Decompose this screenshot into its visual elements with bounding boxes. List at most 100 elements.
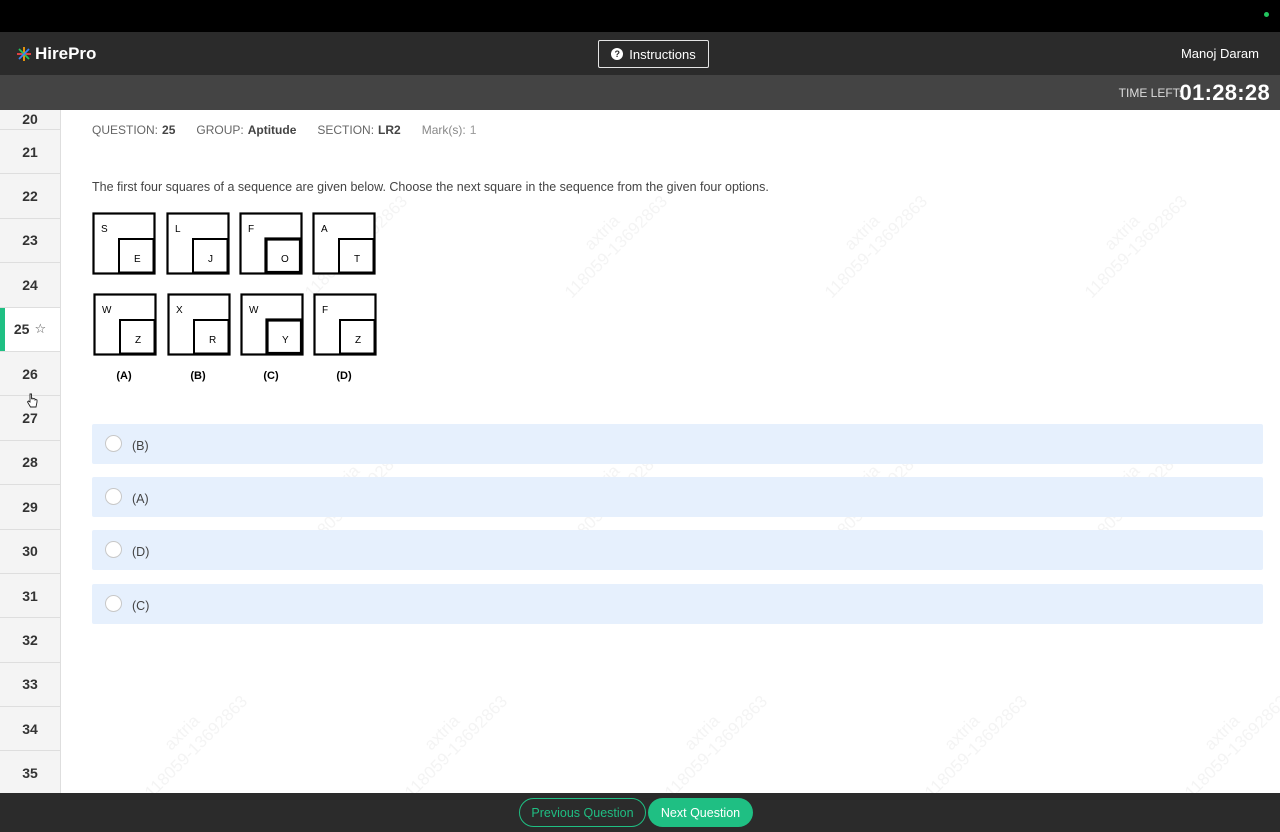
bookmark-star-icon[interactable]: ☆ [34,321,46,337]
question-meta: QUESTION: 25 GROUP: Aptitude SECTION: LR2 M… [92,123,476,137]
question-nav-item[interactable]: 24 [0,263,60,308]
outer-letter: L [175,224,181,235]
watermark-text: axtria118059-13692863 [127,678,252,793]
recording-indicator-icon [1264,12,1269,17]
brand-name: HirePro [35,44,97,63]
watermark-text: axtria118059-13692863 [807,178,932,303]
watermark-text: axtria118059-13692863 [647,678,772,793]
question-text: The first four squares of a sequence are… [92,180,769,194]
next-question-button[interactable]: Next Question [648,798,753,827]
footer-bar: Previous Question Next Question [0,793,1280,832]
question-nav-item[interactable]: 28 [0,441,60,486]
question-nav-item[interactable]: 35 [0,751,60,793]
option-radio[interactable] [105,488,122,505]
question-nav-number: 30 [22,543,38,560]
question-nav-number: 28 [22,454,38,471]
question-nav-number: 32 [22,631,38,648]
watermark-line: axtria [1200,711,1244,754]
question-nav-number: 34 [22,720,38,737]
option-radio[interactable] [105,595,122,612]
inner-letter: O [281,254,289,265]
outer-letter: W [102,305,112,316]
watermark-line: 118059-13692863 [141,691,252,793]
question-nav-item[interactable]: 22 [0,174,60,219]
watermark-line: 118059-13692863 [821,191,932,302]
question-nav-item[interactable]: 20 [0,110,60,130]
outer-letter: A [321,224,328,235]
time-left-label: TIME LEFT: [1118,86,1182,100]
group-label: GROUP: [196,123,244,137]
hirepro-logo: HirePro [16,44,96,64]
option-radio[interactable] [105,435,122,452]
question-nav-item[interactable]: 31 [0,574,60,619]
timer-bar: TIME LEFT: 01:28:28 [0,75,1280,110]
choice-caption: (B) [190,370,206,382]
answer-option[interactable]: (C) [92,584,1263,624]
window-top-bar [0,0,1280,32]
inner-letter: Z [355,335,361,346]
hirepro-logo-icon [17,47,31,61]
question-nav-item[interactable]: 23 [0,219,60,264]
inner-letter: R [209,335,216,346]
question-nav-item[interactable]: 25 ☆ [0,307,60,352]
question-nav-item[interactable]: 21 [0,130,60,175]
question-nav-number: 26 [22,365,38,382]
inner-letter: J [208,254,213,265]
section-label: SECTION: [317,123,375,137]
watermark-text: axtria118059-13692863 [387,678,512,793]
question-nav-item[interactable]: 34 [0,707,60,752]
watermark-line: axtria [580,211,624,254]
question-number: QUESTION: 25 [92,123,175,137]
option-label: (B) [132,439,149,453]
watermark-line: 118059-13692863 [661,691,772,793]
watermark-line: 118059-13692863 [561,191,672,302]
watermark-text: axtria118059-13692863 [547,178,672,303]
question-nav-item[interactable]: 30 [0,530,60,574]
watermark-line: axtria [840,211,884,254]
instructions-button[interactable]: ? Instructions [598,40,709,68]
watermark-line: axtria [1100,211,1144,254]
choice-caption: (D) [336,370,352,382]
sequence-square: SE [92,212,156,275]
outer-letter: W [249,305,259,316]
question-nav-number: 20 [22,111,38,127]
question-nav-number: 22 [22,188,38,205]
answer-option[interactable]: (B) [92,424,1263,464]
question-navigator: 20 21 22 23 24 25 ☆ 26 27 28 29 30 31 32 33 34 35 [0,110,61,793]
option-label: (C) [132,599,150,613]
previous-question-button[interactable]: Previous Question [519,798,646,827]
question-panel: axtria 118059-13692863 axtria 118059-136928… [61,110,1280,793]
watermark-line: axtria [680,711,724,754]
marks-value: 1 [469,123,477,137]
question-section: SECTION: LR2 [317,123,400,137]
group-value: Aptitude [247,123,297,137]
watermark-line: 118059-13692863 [1181,691,1280,793]
time-left-value: 01:28:28 [1179,80,1270,105]
question-marks: Mark(s): 1 [422,123,477,137]
answer-option[interactable]: (D) [92,530,1263,570]
question-nav-item[interactable]: 29 [0,485,60,530]
watermark-line: 118059-13692863 [1081,191,1192,302]
marks-label: Mark(s): [421,123,466,137]
watermark-line: 118059-13692863 [401,691,512,793]
watermark-text: axtria118059-13692863 [1167,678,1280,793]
question-nav-number: 31 [22,587,38,604]
question-nav-number: 23 [22,232,38,249]
question-nav-item[interactable]: 33 [0,663,60,708]
sequence-figure: SELJFOATWZ(A)XR(B)WY(C)FZ(D) [92,212,377,382]
sequence-square: LJ [166,212,230,275]
watermark-line: axtria [160,711,204,754]
mouse-cursor-icon [26,393,38,408]
answer-option[interactable]: (A) [92,477,1263,517]
section-value: LR2 [378,123,401,137]
outer-letter: F [322,305,328,316]
question-nav-item[interactable]: 32 [0,618,60,663]
question-nav-item[interactable]: 26 [0,352,60,397]
question-group: GROUP: Aptitude [196,123,296,137]
watermark-text: axtria118059-13692863 [1067,178,1192,303]
choice-square: FZ [313,293,377,356]
choice-square: WY [240,293,304,356]
watermark-line: axtria [420,711,464,754]
inner-letter: E [134,254,141,265]
option-radio[interactable] [105,541,122,558]
